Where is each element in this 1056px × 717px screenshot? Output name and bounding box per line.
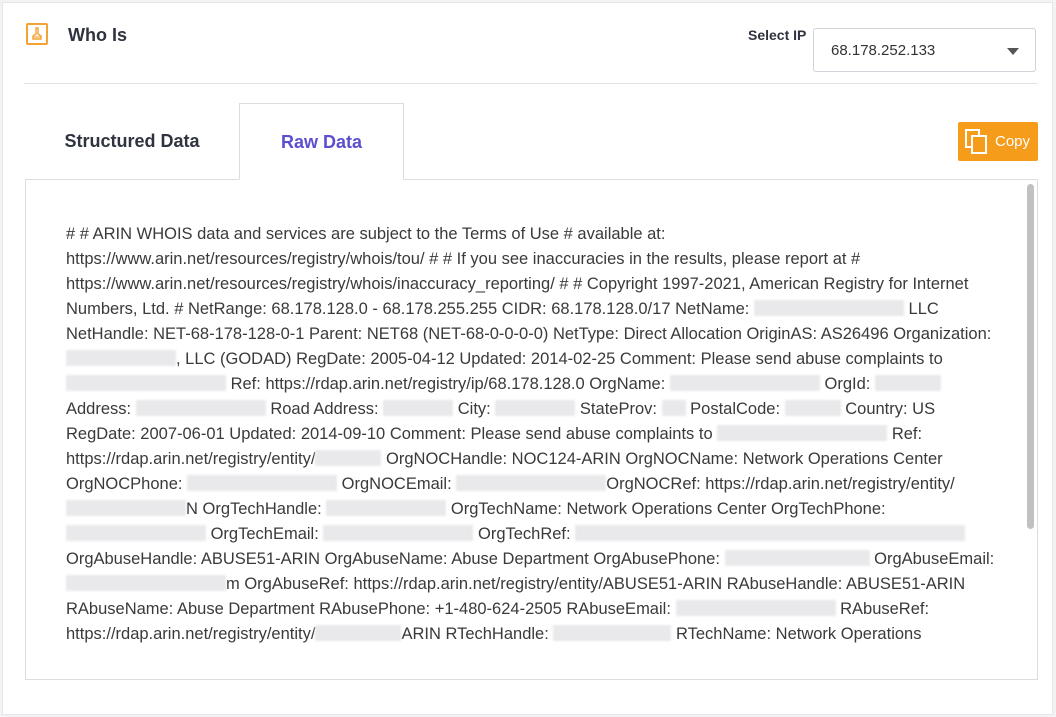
chevron-down-icon[interactable] <box>1007 48 1019 55</box>
raw-data-panel[interactable]: # # ARIN WHOIS data and services are sub… <box>25 179 1038 680</box>
tab-raw-data[interactable]: Raw Data <box>239 103 404 180</box>
copy-icon <box>965 129 987 154</box>
ip-select-value: 68.178.252.133 <box>831 42 936 59</box>
raw-whois-text: # # ARIN WHOIS data and services are sub… <box>66 225 995 643</box>
whois-card: Who Is Select IP 68.178.252.133 Structur… <box>2 2 1053 715</box>
page-title: Who Is <box>68 25 127 45</box>
vertical-scrollbar[interactable] <box>1027 184 1034 529</box>
whois-header: Who Is Select IP 68.178.252.133 <box>24 3 1038 84</box>
tab-structured-data[interactable]: Structured Data <box>47 103 217 180</box>
brush-icon <box>26 23 48 45</box>
select-ip-label: Select IP <box>748 27 807 43</box>
ip-select[interactable]: 68.178.252.133 <box>813 28 1036 72</box>
copy-button[interactable]: Copy <box>958 122 1038 161</box>
copy-button-label: Copy <box>995 133 1031 150</box>
